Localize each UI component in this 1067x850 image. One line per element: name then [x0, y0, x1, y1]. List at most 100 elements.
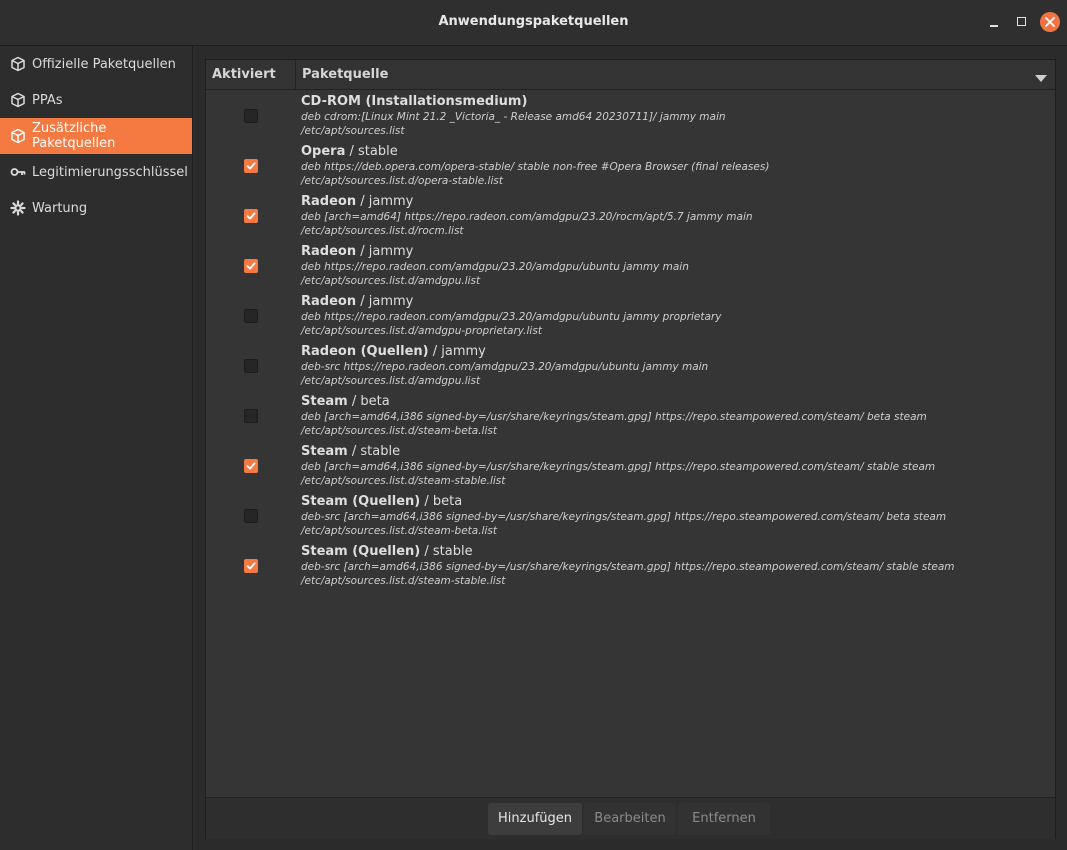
source-line: deb https://repo.radeon.com/amdgpu/23.20… — [301, 261, 689, 273]
source-suite: / beta — [347, 394, 390, 409]
sidebar-item-label: PPAs — [32, 92, 63, 108]
column-header-enabled[interactable]: Aktiviert — [212, 67, 276, 82]
window-title: Anwendungspaketquellen — [438, 14, 629, 29]
checkmark-icon — [246, 562, 256, 570]
checkmark-icon — [246, 462, 256, 470]
table-row[interactable]: Radeon / jammy deb [arch=amd64] https://r… — [206, 190, 1055, 240]
column-divider — [295, 60, 296, 89]
source-file: /etc/apt/sources.list.d/steam-beta.list — [301, 525, 497, 537]
source-suite: / jammy — [356, 194, 414, 209]
source-title: Radeon / jammy — [301, 294, 413, 309]
source-name: Radeon (Quellen) — [301, 344, 429, 359]
table-row[interactable]: Steam / stable deb [arch=amd64,i386 signe… — [206, 440, 1055, 490]
checkmark-icon — [246, 212, 256, 220]
title-bar: Anwendungspaketquellen — [0, 0, 1067, 46]
source-suite: / stable — [347, 444, 401, 459]
source-title: Opera / stable — [301, 144, 398, 159]
source-title: Steam / beta — [301, 394, 390, 409]
source-title: Radeon / jammy — [301, 194, 413, 209]
package-icon — [10, 92, 26, 108]
column-header-source[interactable]: Paketquelle — [302, 67, 388, 82]
package-icon — [10, 56, 26, 72]
source-suite: / jammy — [356, 244, 414, 259]
enabled-checkbox[interactable] — [244, 559, 258, 573]
sidebar-item-maintenance[interactable]: Wartung — [0, 190, 192, 226]
sidebar-item-keys[interactable]: Legitimierungsschlüssel — [0, 154, 192, 190]
sidebar-item-additional-sources[interactable]: Zusätzliche Paketquellen — [0, 118, 192, 154]
source-file: /etc/apt/sources.list.d/amdgpu.list — [301, 375, 481, 387]
enabled-checkbox[interactable] — [244, 109, 258, 123]
source-name: Steam (Quellen) — [301, 494, 421, 509]
table-row[interactable]: Radeon / jammy deb https://repo.radeon.co… — [206, 290, 1055, 340]
source-title: Radeon (Quellen) / jammy — [301, 344, 486, 359]
remove-button[interactable]: Entfernen — [678, 803, 770, 835]
table-row[interactable]: Steam (Quellen) / stable deb-src [arch=am… — [206, 540, 1055, 590]
gear-icon — [10, 200, 26, 216]
key-icon — [10, 164, 26, 180]
enabled-checkbox[interactable] — [244, 159, 258, 173]
source-name: Opera — [301, 144, 346, 159]
checkmark-icon — [246, 162, 256, 170]
source-suite: / beta — [420, 494, 463, 509]
source-file: /etc/apt/sources.list.d/amdgpu-proprieta… — [301, 325, 542, 337]
table-row[interactable]: CD-ROM (Installationsmedium) deb cdrom:[L… — [206, 90, 1055, 140]
source-name: Radeon — [301, 194, 357, 209]
source-file: /etc/apt/sources.list.d/steam-stable.lis… — [301, 475, 506, 487]
source-line: deb https://deb.opera.com/opera-stable/ … — [301, 161, 770, 173]
source-name: Steam (Quellen) — [301, 544, 421, 559]
add-button[interactable]: Hinzufügen — [488, 803, 582, 835]
enabled-checkbox[interactable] — [244, 259, 258, 273]
maximize-button[interactable] — [1012, 12, 1032, 32]
sidebar-item-label: Zusätzliche Paketquellen — [32, 121, 116, 151]
enabled-checkbox[interactable] — [244, 309, 258, 323]
source-line: deb [arch=amd64,i386 signed-by=/usr/shar… — [301, 411, 927, 423]
sidebar-item-official-sources[interactable]: Offizielle Paketquellen — [0, 46, 192, 82]
source-title: CD-ROM (Installationsmedium) — [301, 94, 527, 109]
source-suite: / jammy — [356, 294, 414, 309]
table-row[interactable]: Steam / beta deb [arch=amd64,i386 signed-… — [206, 390, 1055, 440]
table-header: Aktiviert Paketquelle — [206, 60, 1055, 90]
sidebar-item-label: Offizielle Paketquellen — [32, 56, 176, 72]
source-file: /etc/apt/sources.list.d/rocm.list — [301, 225, 464, 237]
close-button[interactable] — [1040, 12, 1060, 32]
sidebar-item-label: Legitimierungsschlüssel — [32, 164, 188, 180]
source-line: deb https://repo.radeon.com/amdgpu/23.20… — [301, 311, 722, 323]
package-icon — [10, 128, 26, 144]
source-title: Steam (Quellen) / beta — [301, 494, 462, 509]
sources-list: CD-ROM (Installationsmedium) deb cdrom:[L… — [206, 90, 1055, 590]
table-row[interactable]: Radeon / jammy deb https://repo.radeon.co… — [206, 240, 1055, 290]
source-title: Steam / stable — [301, 444, 400, 459]
source-line: deb-src https://repo.radeon.com/amdgpu/2… — [301, 361, 709, 373]
source-name: Radeon — [301, 244, 357, 259]
enabled-checkbox[interactable] — [244, 209, 258, 223]
source-file: /etc/apt/sources.list.d/steam-beta.list — [301, 425, 497, 437]
source-line: deb [arch=amd64,i386 signed-by=/usr/shar… — [301, 461, 936, 473]
sidebar-item-ppas[interactable]: PPAs — [0, 82, 192, 118]
source-line: deb cdrom:[Linux Mint 21.2 _Victoria_ - … — [301, 111, 726, 123]
sources-panel: Aktiviert Paketquelle CD-ROM (Installati… — [205, 59, 1056, 839]
source-suite: / stable — [420, 544, 473, 559]
enabled-checkbox[interactable] — [244, 409, 258, 423]
source-suite: / jammy — [428, 344, 486, 359]
enabled-checkbox[interactable] — [244, 509, 258, 523]
table-row[interactable]: Steam (Quellen) / beta deb-src [arch=amd6… — [206, 490, 1055, 540]
table-row[interactable]: Radeon (Quellen) / jammy deb-src https://… — [206, 340, 1055, 390]
sort-arrow-icon[interactable] — [1035, 71, 1047, 86]
enabled-checkbox[interactable] — [244, 359, 258, 373]
source-suite: / stable — [345, 144, 398, 159]
source-file: /etc/apt/sources.list — [301, 125, 405, 137]
source-file: /etc/apt/sources.list.d/steam-stable.lis… — [301, 575, 506, 587]
edit-button[interactable]: Bearbeiten — [584, 803, 676, 835]
checkmark-icon — [246, 262, 256, 270]
table-row[interactable]: Opera / stable deb https://deb.opera.com/… — [206, 140, 1055, 190]
source-name: Steam — [301, 444, 348, 459]
source-file: /etc/apt/sources.list.d/amdgpu.list — [301, 275, 481, 287]
source-line: deb-src [arch=amd64,i386 signed-by=/usr/… — [301, 511, 947, 523]
source-title: Steam (Quellen) / stable — [301, 544, 473, 559]
source-name: Radeon — [301, 294, 357, 309]
sidebar-item-label: Wartung — [32, 200, 88, 216]
enabled-checkbox[interactable] — [244, 459, 258, 473]
source-file: /etc/apt/sources.list.d/opera-stable.lis… — [301, 175, 503, 187]
minimize-button[interactable] — [984, 12, 1004, 32]
sidebar: Offizielle Paketquellen PPAs Zusätzliche… — [0, 46, 193, 850]
